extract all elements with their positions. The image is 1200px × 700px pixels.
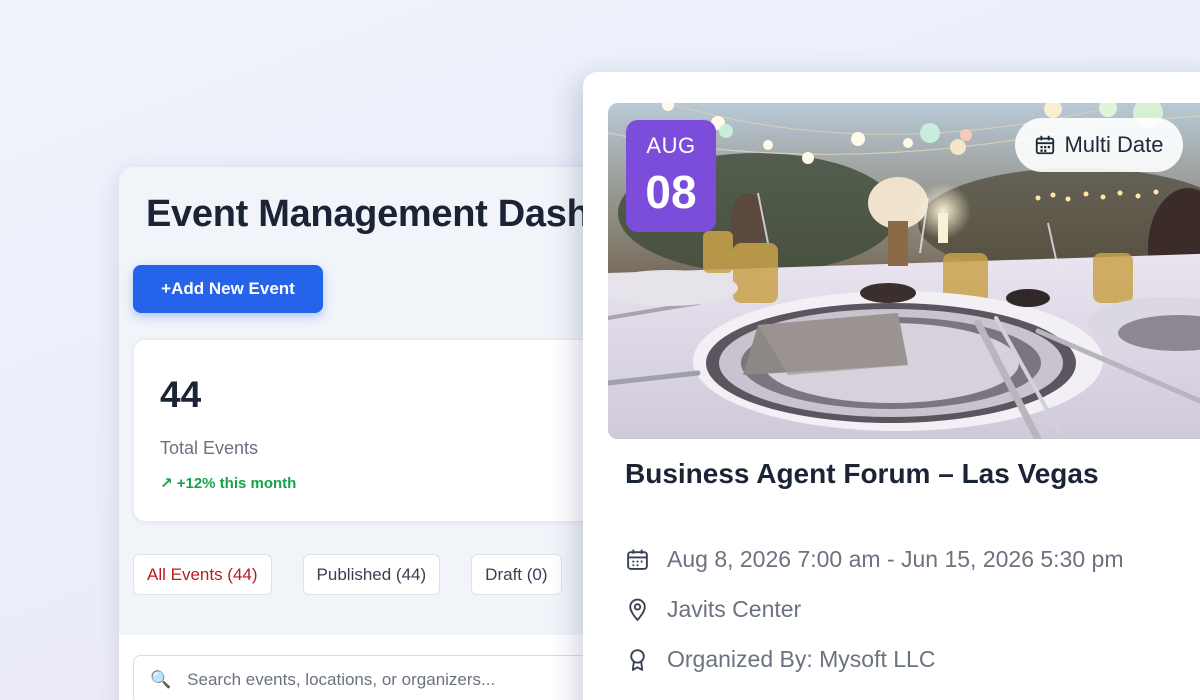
award-icon [630, 649, 645, 671]
event-date-range: Aug 8, 2026 7:00 am - Jun 15, 2026 5:30 … [667, 546, 1124, 572]
filter-published[interactable]: Published (44) [302, 554, 441, 595]
event-title[interactable]: Business Agent Forum – Las Vegas [625, 458, 1099, 490]
event-location-row: Javits Center [625, 596, 801, 623]
total-events-label: Total Events [160, 438, 259, 458]
total-events-card: 44 Total Events ↗ +12% this month [133, 339, 633, 522]
search-section: 🔍 [119, 635, 639, 700]
event-location: Javits Center [667, 596, 802, 622]
add-new-event-button[interactable]: +Add New Event [133, 265, 323, 313]
location-pin-icon [629, 598, 646, 622]
multi-date-label: Multi Date [1064, 132, 1164, 157]
dashboard-panel: Event Management Dashboard +Add New Even… [119, 167, 639, 700]
trend-indicator: ↗ +12% this month [160, 475, 297, 492]
event-date-day: 08 [645, 166, 697, 218]
event-date-badge: AUG 08 [626, 120, 716, 232]
event-card[interactable]: AUG 08 Multi Date Business Agent Forum –… [583, 72, 1200, 700]
search-box[interactable]: 🔍 [133, 655, 633, 700]
event-organizer-row: Organized By: Mysoft LLC [625, 646, 935, 673]
filter-draft[interactable]: Draft (0) [471, 554, 562, 595]
calendar-icon [627, 549, 648, 570]
event-organizer: Organized By: Mysoft LLC [667, 646, 936, 672]
filter-all-events[interactable]: All Events (44) [133, 554, 272, 595]
search-icon: 🔍 [150, 670, 172, 689]
event-date-month: AUG [646, 133, 696, 158]
filter-tabs: All Events (44) Published (44) Draft (0) [133, 554, 562, 595]
total-events-value: 44 [160, 374, 202, 415]
page-title: Event Management Dashboard [146, 193, 639, 235]
multi-date-badge: Multi Date [1015, 118, 1183, 172]
calendar-icon [1036, 135, 1055, 155]
event-date-range-row: Aug 8, 2026 7:00 am - Jun 15, 2026 5:30 … [625, 546, 1124, 573]
event-image: AUG 08 Multi Date [608, 103, 1200, 439]
search-input[interactable] [187, 670, 632, 690]
